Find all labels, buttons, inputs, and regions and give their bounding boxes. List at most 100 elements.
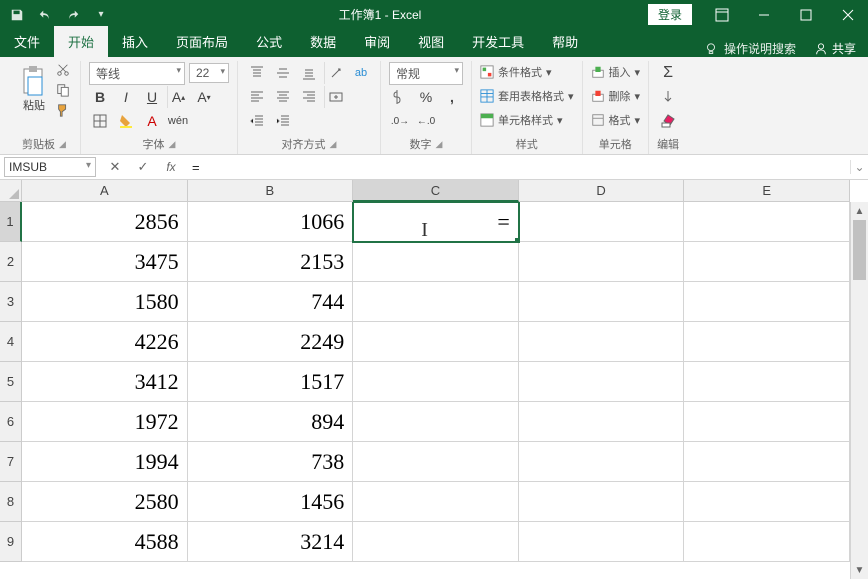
cell[interactable]	[353, 362, 519, 402]
tab-help[interactable]: 帮助	[538, 26, 592, 57]
col-header-a[interactable]: A	[22, 180, 188, 202]
align-center-icon[interactable]	[272, 86, 294, 108]
row-header[interactable]: 7	[0, 442, 22, 482]
dialog-launcher-icon[interactable]: ◢	[169, 139, 176, 150]
undo-icon[interactable]	[34, 4, 56, 26]
tab-developer[interactable]: 开发工具	[458, 26, 538, 57]
copy-icon[interactable]	[54, 81, 72, 99]
cell[interactable]	[519, 282, 685, 322]
cells-area[interactable]: 28561066=I347521531580744422622493412151…	[22, 202, 850, 579]
bold-button[interactable]: B	[89, 86, 111, 108]
cell[interactable]	[519, 322, 685, 362]
cell[interactable]: 1580	[22, 282, 188, 322]
cancel-formula-icon[interactable]: ✕	[106, 158, 124, 176]
insert-cells-button[interactable]: 插入 ▾	[591, 61, 641, 83]
cell[interactable]: 2580	[22, 482, 188, 522]
row-header[interactable]: 2	[0, 242, 22, 282]
tab-formulas[interactable]: 公式	[242, 26, 296, 57]
cell[interactable]: 1994	[22, 442, 188, 482]
number-format-dropdown[interactable]: 常规	[389, 62, 463, 85]
increase-indent-icon[interactable]	[272, 110, 294, 132]
cell[interactable]	[353, 322, 519, 362]
decrease-decimal-icon[interactable]: ←.0	[415, 110, 437, 132]
phonetic-icon[interactable]: wén	[167, 110, 189, 132]
tab-layout[interactable]: 页面布局	[162, 26, 242, 57]
expand-formula-bar-icon[interactable]: ⌄	[850, 160, 868, 174]
cell[interactable]	[684, 242, 850, 282]
conditional-formatting-button[interactable]: 条件格式 ▾	[480, 61, 574, 83]
wrap-text-icon[interactable]: ab	[350, 62, 372, 84]
row-header[interactable]: 3	[0, 282, 22, 322]
cell[interactable]	[353, 282, 519, 322]
tab-data[interactable]: 数据	[296, 26, 350, 57]
increase-decimal-icon[interactable]: .0→	[389, 110, 411, 132]
scroll-up-icon[interactable]: ▲	[851, 202, 868, 220]
col-header-b[interactable]: B	[188, 180, 354, 202]
cell[interactable]	[519, 442, 685, 482]
cell[interactable]	[519, 202, 685, 242]
share-button[interactable]: 共享	[814, 40, 856, 57]
row-header[interactable]: 1	[0, 202, 22, 242]
cell[interactable]	[353, 402, 519, 442]
col-header-c[interactable]: C	[353, 180, 519, 202]
row-header[interactable]: 4	[0, 322, 22, 362]
percent-format-icon[interactable]: %	[415, 86, 437, 108]
cell[interactable]: 4588	[22, 522, 188, 562]
cell[interactable]	[353, 242, 519, 282]
cell[interactable]	[684, 362, 850, 402]
format-painter-icon[interactable]	[54, 101, 72, 119]
insert-function-icon[interactable]: fx	[162, 158, 180, 176]
cell[interactable]: 1517	[188, 362, 354, 402]
align-middle-icon[interactable]	[272, 62, 294, 84]
cell[interactable]: 3412	[22, 362, 188, 402]
row-header[interactable]: 6	[0, 402, 22, 442]
cell[interactable]: =I	[353, 202, 519, 242]
row-header[interactable]: 5	[0, 362, 22, 402]
align-left-icon[interactable]	[246, 86, 268, 108]
cell[interactable]	[684, 202, 850, 242]
cell[interactable]: 738	[188, 442, 354, 482]
formula-input[interactable]	[190, 158, 844, 177]
ribbon-display-icon[interactable]	[702, 0, 742, 29]
cut-icon[interactable]	[54, 61, 72, 79]
tab-view[interactable]: 视图	[404, 26, 458, 57]
cell[interactable]: 2856	[22, 202, 188, 242]
fill-icon[interactable]	[657, 86, 679, 108]
cell[interactable]	[684, 522, 850, 562]
enter-formula-icon[interactable]: ✓	[134, 158, 152, 176]
delete-cells-button[interactable]: 删除 ▾	[591, 85, 641, 107]
paste-button[interactable]: 粘贴	[16, 61, 52, 134]
tab-review[interactable]: 审阅	[350, 26, 404, 57]
align-bottom-icon[interactable]	[298, 62, 320, 84]
cell[interactable]	[353, 522, 519, 562]
dialog-launcher-icon[interactable]: ◢	[59, 139, 66, 150]
cell[interactable]: 1456	[188, 482, 354, 522]
row-header[interactable]: 9	[0, 522, 22, 562]
merge-cells-icon[interactable]	[324, 86, 346, 108]
vertical-scrollbar[interactable]: ▲ ▼	[850, 202, 868, 579]
autosum-icon[interactable]: Σ	[657, 62, 679, 84]
cell[interactable]	[684, 482, 850, 522]
font-color-icon[interactable]: A	[141, 110, 163, 132]
dialog-launcher-icon[interactable]: ◢	[330, 139, 337, 150]
accounting-format-icon[interactable]	[389, 86, 411, 108]
italic-button[interactable]: I	[115, 86, 137, 108]
cell[interactable]	[684, 402, 850, 442]
font-name-dropdown[interactable]: 等线	[89, 62, 185, 85]
cell[interactable]	[684, 442, 850, 482]
font-size-dropdown[interactable]: 22	[189, 63, 229, 83]
increase-font-icon[interactable]: A▴	[167, 86, 189, 108]
cell[interactable]	[519, 242, 685, 282]
comma-format-icon[interactable]: ,	[441, 86, 463, 108]
cell[interactable]: 894	[188, 402, 354, 442]
tab-insert[interactable]: 插入	[108, 26, 162, 57]
clear-icon[interactable]	[657, 110, 679, 132]
tab-home[interactable]: 开始	[54, 26, 108, 57]
fill-color-icon[interactable]	[115, 110, 137, 132]
cell[interactable]	[353, 442, 519, 482]
cell[interactable]: 2249	[188, 322, 354, 362]
cell[interactable]	[519, 482, 685, 522]
align-right-icon[interactable]	[298, 86, 320, 108]
minimize-icon[interactable]	[744, 0, 784, 29]
format-as-table-button[interactable]: 套用表格格式 ▾	[480, 85, 574, 107]
